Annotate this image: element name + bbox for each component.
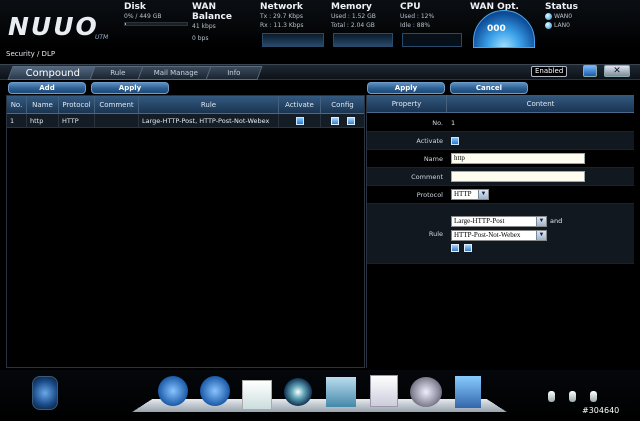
cancel-button[interactable]: Cancel [450, 82, 528, 94]
protocol-row: Protocol HTTP ▼ [367, 186, 634, 204]
dock-pill-icon[interactable] [590, 391, 597, 402]
settings-icon[interactable] [410, 377, 442, 407]
dock-pill-icon[interactable] [548, 391, 555, 402]
chevron-down-icon: ▼ [536, 216, 546, 226]
activate-checkbox[interactable] [295, 117, 304, 125]
lan-status-icon [545, 22, 552, 29]
app-root: NUUO UTM Disk 0% / 449 GB WAN Balance 41… [0, 0, 640, 421]
brand-logo: NUUO [8, 12, 99, 41]
edit-icon[interactable] [330, 117, 339, 125]
name-field[interactable]: http [451, 153, 585, 164]
memory-graph [333, 33, 393, 47]
no-row: No. 1 [367, 114, 634, 132]
breadcrumb: Security / DLP [6, 50, 56, 58]
chevron-down-icon: ▼ [478, 190, 488, 199]
exit-icon[interactable] [32, 376, 58, 410]
comment-row: Comment [367, 168, 634, 186]
chevron-down-icon: ▼ [536, 230, 546, 240]
shield-globe-icon[interactable] [200, 376, 230, 406]
tab-mail-manage[interactable]: Mail Manage [137, 66, 215, 80]
tab-compound[interactable]: Compound [7, 66, 99, 80]
rule-row: Rule Large-HTTP-Post ▼ and HTTP-Post-Not-… [367, 204, 634, 264]
wan-opt-gauge-value: 000 [487, 24, 506, 34]
comment-field[interactable] [451, 171, 585, 182]
protocol-select[interactable]: HTTP ▼ [451, 189, 489, 200]
rule-select-2[interactable]: HTTP-Post-Not-Webex ▼ [451, 229, 547, 241]
rule-select-1[interactable]: Large-HTTP-Post ▼ [451, 215, 547, 227]
plugin-icon[interactable] [455, 376, 481, 408]
no-value: 1 [451, 118, 456, 127]
remove-rule-icon[interactable] [464, 243, 472, 252]
toggle-icon[interactable] [583, 65, 597, 77]
status-stat: Status WAN0 LAN0 [545, 2, 578, 29]
wan-balance-stat: WAN Balance 41 kbps 0 bps [192, 2, 232, 42]
wan-status-icon [545, 13, 552, 20]
cpu-stat: CPU Used : 12% Idle : 88% [400, 2, 435, 29]
disk-value: 0% / 449 GB [124, 13, 162, 20]
activate-checkbox[interactable] [451, 136, 459, 145]
globe-icon[interactable] [158, 376, 188, 406]
disk-stat: Disk 0% / 449 GB [124, 2, 188, 26]
status-bar: NUUO UTM Disk 0% / 449 GB WAN Balance 41… [0, 0, 640, 48]
add-button[interactable]: Add [8, 82, 86, 94]
wireless-icon[interactable] [284, 378, 312, 406]
brand-sub: UTM [95, 34, 109, 41]
close-icon[interactable]: ✕ [604, 65, 630, 77]
tools-icon[interactable] [326, 377, 356, 407]
table-row[interactable]: 1 http HTTP Large-HTTP-Post, HTTP-Post-N… [7, 114, 364, 128]
table-header: No. Name Protocol Comment Rule Activate … [7, 96, 364, 114]
image-id: #304640 [582, 406, 620, 415]
apply-left-button[interactable]: Apply [91, 82, 169, 94]
apply-right-button[interactable]: Apply [367, 82, 445, 94]
report-icon[interactable] [370, 375, 398, 407]
property-header: Property Content [367, 95, 634, 113]
delete-icon[interactable] [346, 117, 355, 125]
dock-pill-icon[interactable] [569, 391, 576, 402]
compound-table: No. Name Protocol Comment Rule Activate … [6, 95, 365, 368]
dock-shelf [132, 398, 507, 412]
disk-bar [124, 22, 188, 26]
dock [0, 370, 640, 421]
activate-row: Activate [367, 132, 634, 150]
network-graph [262, 33, 324, 47]
memory-stat: Memory Used : 1.52 GB Total : 2.04 GB [331, 2, 376, 29]
security-icon[interactable] [242, 380, 272, 410]
name-row: Name http [367, 150, 634, 168]
property-panel: Property Content No. 1 Activate Name htt… [366, 95, 634, 368]
network-stat: Network Tx : 29.7 Kbps Rx : 11.3 Kbps [260, 2, 304, 29]
tab-info[interactable]: Info [205, 66, 263, 80]
cpu-graph [402, 33, 462, 47]
enabled-status: Enabled [531, 66, 568, 77]
add-rule-icon[interactable] [451, 243, 459, 252]
